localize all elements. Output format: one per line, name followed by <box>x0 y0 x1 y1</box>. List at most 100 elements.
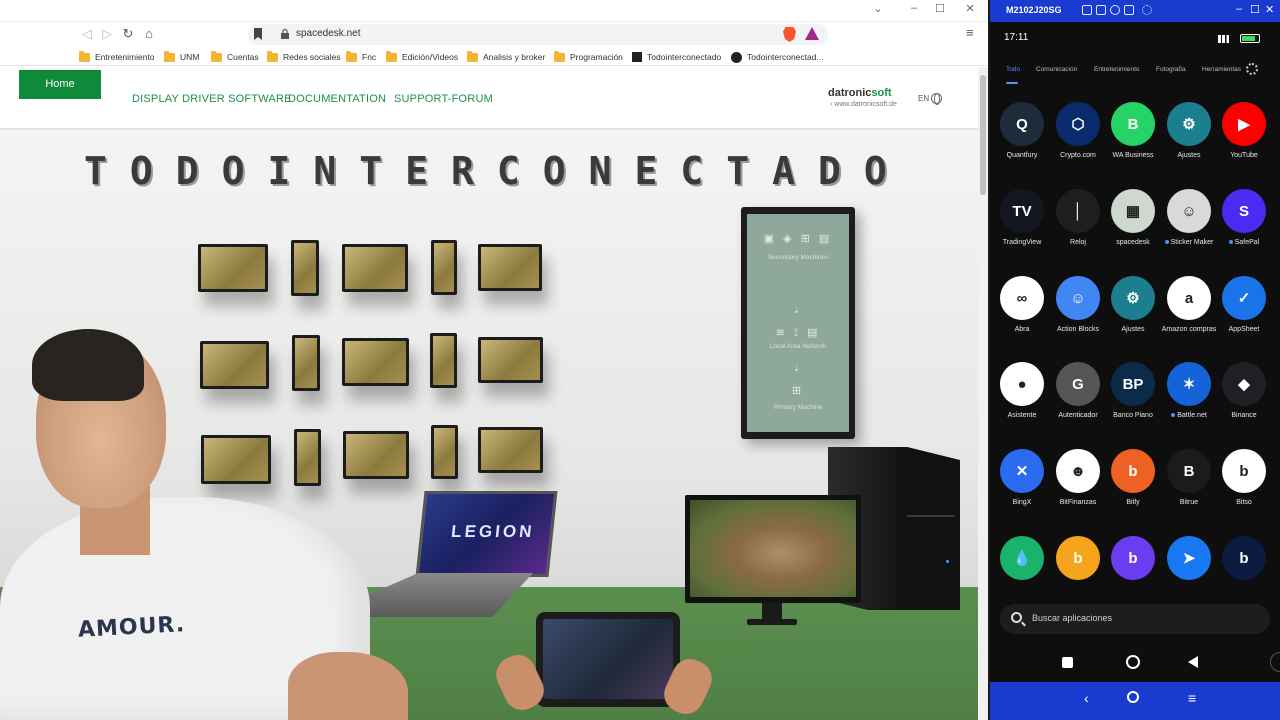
nav-link-support-forum[interactable]: SUPPORT-FORUM <box>394 93 493 105</box>
bookmark-item[interactable]: Cuentas <box>211 50 259 64</box>
tab-herramientas[interactable]: Herramientas <box>1202 66 1241 73</box>
mirror-maximize-button[interactable]: ☐ <box>1250 3 1260 16</box>
page-scrollbar[interactable] <box>978 67 988 720</box>
drawer-settings-icon[interactable] <box>1246 63 1258 75</box>
app-icon-quantfury[interactable]: Q Quantfury <box>990 102 1046 182</box>
bookmark-item[interactable]: Edición/Videos <box>386 50 458 64</box>
back-triangle-icon[interactable] <box>1188 656 1198 668</box>
app-icon-ajustes[interactable]: ⚙ Ajustes <box>1101 276 1157 356</box>
app-icon-asistente[interactable]: ● Asistente <box>990 362 1046 442</box>
bookmark-item[interactable]: Programación <box>554 50 623 64</box>
app-label-text: Sticker Maker <box>1170 239 1214 246</box>
brave-shield-icon[interactable] <box>783 27 796 42</box>
side-handle-icon[interactable] <box>1270 652 1280 672</box>
menu-icon[interactable]: ≡ <box>966 25 974 40</box>
app-icon-autenticador[interactable]: G Autenticador <box>1046 362 1102 442</box>
app-icon-appsheet[interactable]: ✓ AppSheet <box>1212 276 1268 356</box>
tab-search-icon[interactable]: ⌄ <box>868 2 888 15</box>
app-glyph-icon: b <box>1222 449 1266 493</box>
app-icon-banco-piano[interactable]: BP Banco Piano <box>1101 362 1157 442</box>
app-icon-bingx[interactable]: ✕ BingX <box>990 449 1046 529</box>
globe-icon[interactable] <box>931 93 942 105</box>
mirror-close-button[interactable]: ✕ <box>1265 3 1274 16</box>
app-label-text: spacedesk <box>1116 239 1150 246</box>
app-icon-ajustes[interactable]: ⚙ Ajustes <box>1157 102 1213 182</box>
home-icon[interactable]: ⌂ <box>140 25 158 43</box>
app-icon-bitfinanzas[interactable]: ☻ BitFinanzas <box>1046 449 1102 529</box>
bookmark-item[interactable]: UNM <box>164 50 199 64</box>
app-glyph-icon: ▦ <box>1111 189 1155 233</box>
nav-link-display-driver[interactable]: DISPLAY DRIVER SOFTWARE <box>132 93 292 105</box>
language-label[interactable]: EN <box>918 94 929 103</box>
bookmark-item[interactable]: Fnc <box>346 50 376 64</box>
app-icon-binance[interactable]: ◆ Binance <box>1212 362 1268 442</box>
forward-icon[interactable]: ▷ <box>98 25 116 43</box>
settings-icon[interactable] <box>1142 5 1152 15</box>
brave-rewards-icon[interactable] <box>805 27 819 40</box>
bookmark-item[interactable]: Todointerconectado <box>632 50 721 64</box>
app-label-text: Battle.net <box>1177 412 1207 419</box>
headphones-icon[interactable] <box>1110 5 1120 15</box>
app-label: Banco Piano <box>1101 411 1165 420</box>
app-icon-bitso[interactable]: b Bitso <box>1212 449 1268 529</box>
tab-entretenimiento[interactable]: Entretenimiento <box>1094 66 1140 73</box>
tab-fotografia[interactable]: Fotografía <box>1156 66 1186 73</box>
mirror-minimize-button[interactable]: – <box>1236 3 1242 15</box>
mirror-menu-icon[interactable]: ≡ <box>1188 690 1196 706</box>
app-label-text: WA Business <box>1112 152 1154 159</box>
app-icon-spacedesk[interactable]: ▦ spacedesk <box>1101 189 1157 269</box>
bookmark-item[interactable]: Redes sociales <box>267 50 341 64</box>
scrollbar-thumb[interactable] <box>980 75 986 195</box>
app-icon-crypto-com[interactable]: ⬡ Crypto.com <box>1046 102 1102 182</box>
bookmarks-bar: Entretenimiento UNM Cuentas Redes social… <box>0 48 988 66</box>
app-search-bar[interactable]: Buscar aplicaciones <box>1000 604 1270 634</box>
close-button[interactable]: ✕ <box>960 2 980 15</box>
wall-screen <box>342 244 408 292</box>
app-label: Ajustes <box>1101 325 1165 334</box>
app-label-text: BingX <box>1012 499 1032 506</box>
home-circle-icon[interactable] <box>1126 655 1140 669</box>
url-text[interactable]: spacedesk.net <box>296 28 361 39</box>
app-icon-wa-business[interactable]: B WA Business <box>1101 102 1157 182</box>
app-icon-battle-net[interactable]: ✶ Battle.net <box>1157 362 1213 442</box>
reload-icon[interactable]: ↻ <box>119 25 137 43</box>
app-icon-bitly[interactable]: b Bitly <box>1101 449 1157 529</box>
tab-todo[interactable]: Todo <box>1006 66 1020 73</box>
app-icon-tradingview[interactable]: TV TradingView <box>990 189 1046 269</box>
camera-icon[interactable] <box>1082 5 1092 15</box>
app-icon-safepal[interactable]: S SafePal <box>1212 189 1268 269</box>
app-glyph-icon: ● <box>1000 362 1044 406</box>
panel-label-lan: Local Area Network <box>769 343 827 350</box>
mirror-home-icon[interactable] <box>1127 691 1139 703</box>
mirror-back-icon[interactable]: ‹ <box>1084 690 1089 706</box>
app-label-text: Ajustes <box>1177 152 1201 159</box>
app-icon-abra[interactable]: ∞ Abra <box>990 276 1046 356</box>
minimize-button[interactable]: – <box>904 2 924 14</box>
app-label-text: Asistente <box>1007 412 1037 419</box>
record-icon[interactable] <box>1096 5 1106 15</box>
fullscreen-icon[interactable] <box>1124 5 1134 15</box>
app-icon-bitrue[interactable]: B Bitrue <box>1157 449 1213 529</box>
bookmark-item[interactable]: Analisis y broker <box>467 50 545 64</box>
tab-comunicacion[interactable]: Comunicación <box>1036 66 1077 73</box>
bookmark-item[interactable]: Entretenimiento <box>79 50 155 64</box>
wall-screen <box>478 244 542 291</box>
app-icon-amazon-compras[interactable]: a Amazon compras <box>1157 276 1216 356</box>
app-label-text: YouTube <box>1230 152 1258 159</box>
recents-icon[interactable] <box>1062 657 1073 668</box>
datronicsoft-logo[interactable]: datronicsoft <box>828 87 892 99</box>
home-nav-button[interactable]: Home <box>19 70 101 99</box>
nav-link-documentation[interactable]: DOCUMENTATION <box>288 93 386 105</box>
app-icon-reloj[interactable]: │ Reloj <box>1046 189 1102 269</box>
back-icon[interactable]: ◁ <box>78 25 96 43</box>
maximize-button[interactable]: ☐ <box>930 2 950 15</box>
app-icon-sticker-maker[interactable]: ☺ Sticker Maker <box>1157 189 1213 269</box>
bookmark-label: Todointerconectad... <box>747 52 824 62</box>
bookmark-item[interactable]: Todointerconectad... <box>731 50 824 64</box>
screen-root: ⌄ – ☐ ✕ ◁ ▷ ↻ ⌂ spacedesk.net ≡ Entreten… <box>0 0 1280 720</box>
address-bar[interactable]: spacedesk.net <box>248 24 828 45</box>
app-icon-youtube[interactable]: ▶ YouTube <box>1212 102 1268 182</box>
new-install-dot <box>1228 240 1233 245</box>
bookmark-icon[interactable] <box>254 28 262 40</box>
app-icon-action-blocks[interactable]: ☺ Action Blocks <box>1046 276 1102 356</box>
